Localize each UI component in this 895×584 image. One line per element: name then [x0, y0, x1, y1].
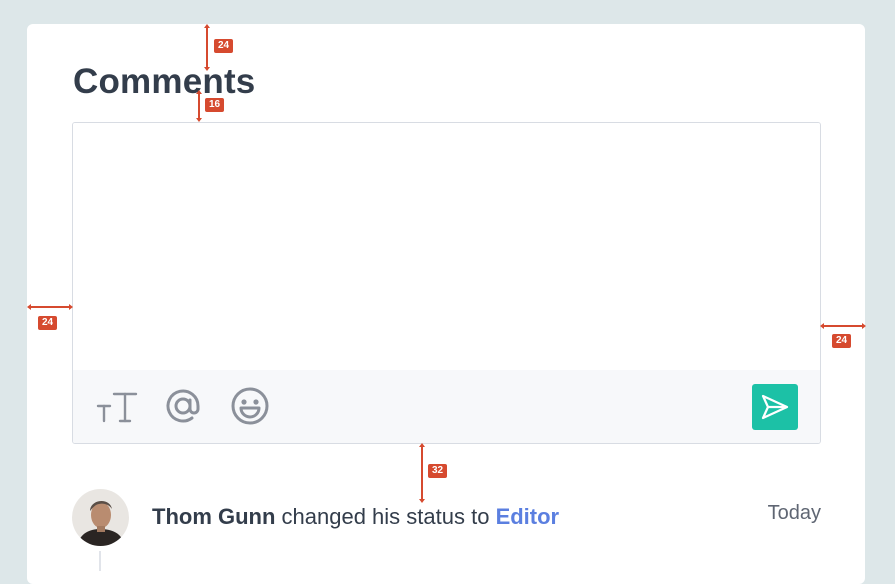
status-link[interactable]: Editor: [496, 504, 560, 529]
activity-item: Thom Gunn changed his status to Editor T…: [72, 489, 821, 571]
comment-composer: [72, 122, 821, 444]
comments-card: Comments Thom Gunn changed his status to…: [27, 24, 865, 584]
activity-timestamp: Today: [767, 502, 821, 524]
comment-input[interactable]: [73, 123, 820, 370]
spacing-label-right: 24: [832, 334, 852, 348]
thread-line: [99, 551, 101, 571]
spacing-label-left: 24: [38, 316, 58, 330]
activity-action: changed his status to: [275, 504, 496, 529]
avatar[interactable]: [72, 489, 129, 546]
spacing-label-title: 16: [205, 98, 225, 112]
activity-text: Thom Gunn changed his status to Editor: [152, 504, 559, 530]
send-button[interactable]: [752, 384, 798, 430]
send-icon: [761, 394, 789, 420]
emoji-icon: [231, 387, 269, 425]
text-format-button[interactable]: [95, 384, 139, 428]
emoji-button[interactable]: [228, 384, 272, 428]
mention-icon: [166, 389, 200, 423]
text-format-icon: [96, 392, 138, 423]
user-name-link[interactable]: Thom Gunn: [152, 504, 275, 529]
spacing-label-top: 24: [214, 39, 234, 53]
composer-toolbar: [73, 370, 820, 443]
comments-title: Comments: [73, 62, 256, 101]
mention-button[interactable]: [161, 384, 205, 428]
spacing-label-bottom: 32: [428, 464, 448, 478]
